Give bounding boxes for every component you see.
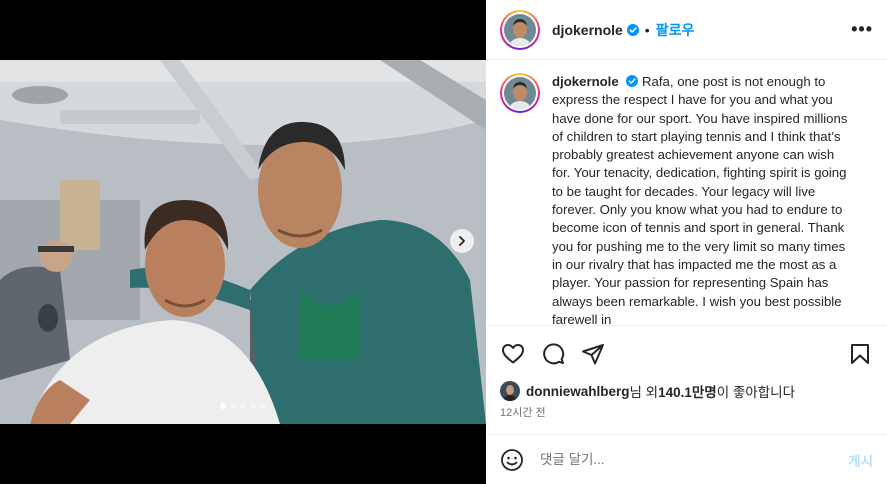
bookmark-icon <box>851 343 869 364</box>
post-comment-button[interactable]: 게시 <box>848 450 873 470</box>
likes-summary: donniewahlberg 님 외 140.1만명 이 좋아합니다 <box>500 381 795 401</box>
photo-illustration <box>0 60 486 424</box>
share-button[interactable] <box>580 341 606 367</box>
caption-username[interactable]: djokernole <box>552 74 619 89</box>
post-photo[interactable] <box>0 60 486 424</box>
likes-suffix: 이 좋아합니다 <box>716 385 796 400</box>
caption: djokernole Rafa, one post is not enough … <box>552 73 855 325</box>
liker-avatar[interactable] <box>500 381 520 401</box>
comment-icon <box>543 342 565 364</box>
carousel-dot <box>230 403 236 409</box>
avatar-image <box>504 77 536 109</box>
carousel-dot <box>240 403 246 409</box>
caption-area: djokernole Rafa, one post is not enough … <box>486 61 887 325</box>
avatar-image <box>500 381 520 401</box>
carousel-next-button[interactable] <box>450 229 474 253</box>
action-bar <box>486 325 887 381</box>
follow-button[interactable]: 팔로우 <box>656 20 695 40</box>
comment-bar: 게시 <box>486 434 887 484</box>
carousel-dot <box>260 403 266 409</box>
verified-badge-icon <box>626 23 639 36</box>
carousel-dots <box>0 403 486 409</box>
carousel-dot <box>220 403 226 409</box>
heart-icon <box>502 343 524 363</box>
verified-badge-icon <box>626 75 639 87</box>
liker-username[interactable]: donniewahlberg <box>526 384 630 399</box>
post-sidebar: djokernole • 팔로우 ••• djokernole Rafa, on… <box>486 0 887 484</box>
separator-dot: • <box>644 21 650 38</box>
more-options-button[interactable]: ••• <box>851 19 873 40</box>
avatar[interactable] <box>500 9 540 50</box>
share-icon <box>582 343 604 364</box>
post-timestamp[interactable]: 12시간 전 <box>500 404 546 420</box>
smile-icon[interactable] <box>500 448 524 472</box>
like-button[interactable] <box>500 341 526 367</box>
post-header: djokernole • 팔로우 ••• <box>486 0 887 60</box>
comment-input[interactable] <box>540 452 849 467</box>
comment-button[interactable] <box>540 341 566 367</box>
likes-count[interactable]: 140.1만명 <box>658 381 717 401</box>
avatar-image <box>504 13 536 46</box>
username[interactable]: djokernole <box>552 22 623 38</box>
carousel-dot <box>250 403 256 409</box>
chevron-right-icon <box>459 236 465 246</box>
media-panel <box>0 0 486 484</box>
likes-mid-text: 님 외 <box>629 385 659 400</box>
caption-avatar[interactable] <box>500 73 540 113</box>
caption-text: Rafa, one post is not enough to express … <box>552 74 848 325</box>
save-button[interactable] <box>847 341 873 367</box>
